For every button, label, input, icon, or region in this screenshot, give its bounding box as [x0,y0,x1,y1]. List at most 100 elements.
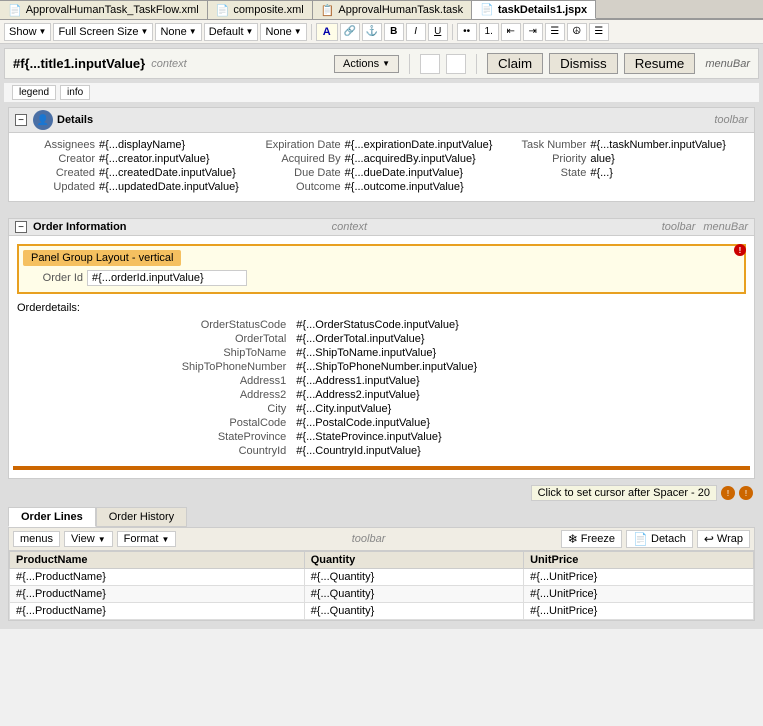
indent-btn[interactable]: ⇥ [523,23,543,41]
view-button[interactable]: View ▼ [64,531,113,547]
default-chevron-icon: ▼ [246,27,254,36]
order-id-input[interactable]: #{...orderId.inputValue} [87,270,247,286]
cell-productname: #{...ProductName} [10,569,305,586]
row-label: OrderTotal [17,332,292,346]
none-dropdown-2[interactable]: None ▼ [260,23,306,41]
unordered-list-btn[interactable]: •• [457,23,477,41]
order-history-tab[interactable]: Order History [96,507,187,527]
tab-bar: 📄 ApprovalHumanTask_TaskFlow.xml 📄 compo… [0,0,763,20]
outdent-btn[interactable]: ⇤ [501,23,521,41]
header-divider-2 [476,54,477,74]
assignees-label: Assignees [15,139,95,151]
order-information-section: − Order Information context toolbar menu… [8,218,755,479]
wrap-icon: ↩ [704,532,714,546]
italic-btn[interactable]: I [406,23,426,41]
freeze-button[interactable]: ❄ Freeze [561,530,622,548]
details-col-2: Expiration Date #{...expirationDate.inpu… [261,139,503,195]
expiration-row: Expiration Date #{...expirationDate.inpu… [261,139,503,151]
actions-button[interactable]: Actions ▼ [334,55,399,73]
align-right-btn[interactable]: ☰ [589,23,609,41]
task-number-row: Task Number #{...taskNumber.inputValue} [506,139,748,151]
row-value: #{...Address1.inputValue} [292,374,746,388]
format-button[interactable]: Format ▼ [117,531,177,547]
tab-composite[interactable]: 📄 composite.xml [208,0,313,19]
order-table: OrderStatusCode#{...OrderStatusCode.inpu… [17,318,746,458]
expiration-value: #{...expirationDate.inputValue} [345,139,493,151]
format-chevron-icon: ▼ [161,535,169,544]
order-id-label: Order Id [23,272,83,284]
acquired-value: #{...acquiredBy.inputValue} [345,153,476,165]
col-header-quantity: Quantity [304,552,523,569]
info-tab[interactable]: info [60,85,90,100]
menus-button[interactable]: menus [13,531,60,547]
none-dropdown-1[interactable]: None ▼ [155,23,201,41]
priority-label: Priority [506,153,586,165]
col-header-unitprice: UnitPrice [524,552,754,569]
ordered-list-btn[interactable]: 1. [479,23,499,41]
details-header: − 👤 Details toolbar [9,108,754,133]
created-row: Created #{...createdDate.inputValue} [15,167,257,179]
row-label: City [17,402,292,416]
due-date-value: #{...dueDate.inputValue} [345,167,463,179]
header-icon-btn-1[interactable] [420,54,440,74]
actions-chevron-icon: ▼ [382,59,390,68]
table-row: PostalCode#{...PostalCode.inputValue} [17,416,746,430]
toolbar-show-dropdown[interactable]: Show ▼ [4,23,51,41]
resume-button[interactable]: Resume [624,53,696,74]
acquired-row: Acquired By #{...acquiredBy.inputValue} [261,153,503,165]
cell-unitprice: #{...UnitPrice} [524,603,754,620]
col-header-productname: ProductName [10,552,305,569]
none2-chevron-icon: ▼ [294,27,302,36]
claim-button[interactable]: Claim [487,53,543,74]
details-title: Details [57,114,714,126]
align-center-btn[interactable]: ☮ [567,23,587,41]
default-dropdown[interactable]: Default ▼ [204,23,259,41]
order-toolbar-label: toolbar [662,221,696,233]
row-value: #{...ShipToPhoneNumber.inputValue} [292,360,746,374]
detach-button[interactable]: 📄 Detach [626,530,693,548]
assignees-row: Assignees #{...displayName} [15,139,257,151]
fullscreen-chevron-icon: ▼ [141,27,149,36]
wrap-button[interactable]: ↩ Wrap [697,530,750,548]
view-chevron-icon: ▼ [98,535,106,544]
state-row: State #{...} [506,167,748,179]
legend-tab[interactable]: legend [12,85,56,100]
tab-approvalhumantask-task[interactable]: 📋 ApprovalHumanTask.task [313,0,472,19]
details-collapse-button[interactable]: − [15,114,27,126]
row-value: #{...Address2.inputValue} [292,388,746,402]
order-collapse-button[interactable]: − [15,221,27,233]
table-row: ShipToName#{...ShipToName.inputValue} [17,346,746,360]
cell-productname: #{...ProductName} [10,603,305,620]
row-label: PostalCode [17,416,292,430]
align-left-btn[interactable]: ☰ [545,23,565,41]
creator-value: #{...creator.inputValue} [99,153,210,165]
row-value: #{...City.inputValue} [292,402,746,416]
header-icon-btn-2[interactable] [446,54,466,74]
table-row: CountryId#{...CountryId.inputValue} [17,444,746,458]
underline-btn[interactable]: U [428,23,448,41]
tab-approvalhumantask-taskflow[interactable]: 📄 ApprovalHumanTask_TaskFlow.xml [0,0,208,19]
bold-btn[interactable]: B [384,23,404,41]
order-info-header: − Order Information context toolbar menu… [9,219,754,236]
cell-unitprice: #{...UnitPrice} [524,586,754,603]
order-context-label: context [332,221,367,233]
table-toolbar: menus View ▼ Format ▼ toolbar ❄ Freeze 📄 [9,528,754,551]
order-lines-tab[interactable]: Order Lines [8,507,96,527]
table-header-row: ProductName Quantity UnitPrice [10,552,754,569]
table-row: #{...ProductName}#{...Quantity}#{...Unit… [10,603,754,620]
anchor-btn[interactable]: ⚓ [362,23,382,41]
row-label: ShipToPhoneNumber [17,360,292,374]
xml-icon: 📄 [8,4,22,17]
outcome-value: #{...outcome.inputValue} [345,181,464,193]
due-date-label: Due Date [261,167,341,179]
cursor-text[interactable]: Click to set cursor after Spacer - 20 [531,485,717,501]
link-btn[interactable]: 🔗 [340,23,360,41]
find-replace-btn[interactable]: A [316,23,338,41]
dismiss-button[interactable]: Dismiss [549,53,618,74]
cell-unitprice: #{...UnitPrice} [524,569,754,586]
row-value: #{...PostalCode.inputValue} [292,416,746,430]
fullscreen-dropdown[interactable]: Full Screen Size ▼ [53,23,153,41]
order-info-title: Order Information [33,221,328,233]
task-number-label: Task Number [506,139,586,151]
tab-taskdetails-jspx[interactable]: 📄 taskDetails1.jspx [472,0,596,19]
